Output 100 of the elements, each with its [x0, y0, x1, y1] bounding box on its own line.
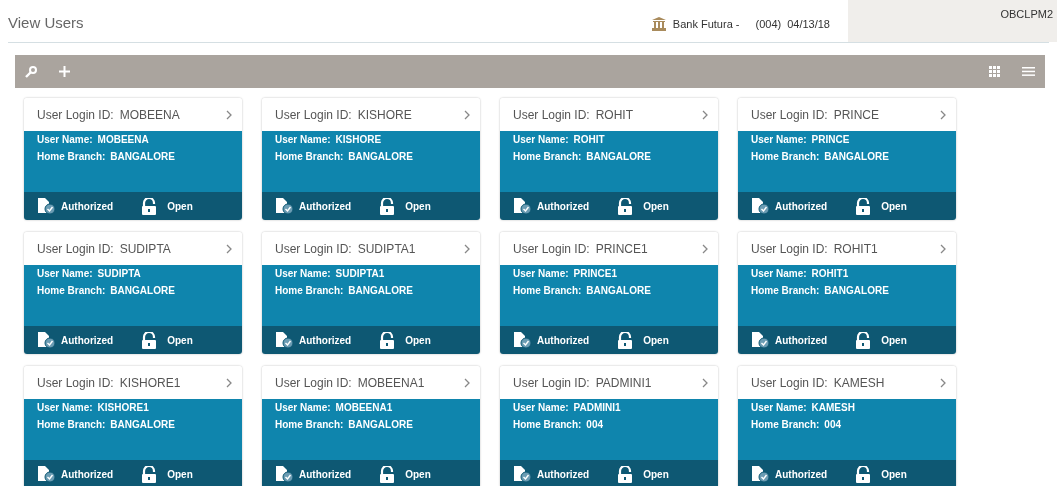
- grid-view-button[interactable]: [989, 66, 1000, 77]
- record-status: Open: [881, 200, 907, 212]
- branch-label: Home Branch:: [275, 151, 344, 162]
- login-id: PRINCE1: [595, 241, 649, 256]
- login-id: ROHIT: [595, 107, 635, 122]
- auth-status: Authorized: [775, 468, 828, 480]
- user-name: KISHORE1: [97, 402, 149, 413]
- record-status: Open: [405, 200, 431, 212]
- login-id: KAMESH: [833, 375, 886, 390]
- branch-label: Home Branch:: [751, 151, 820, 162]
- add-button[interactable]: [59, 66, 70, 77]
- auth-status: Authorized: [299, 200, 352, 212]
- login-id: PADMINI1: [595, 375, 653, 390]
- record-status: Open: [643, 334, 669, 346]
- login-id: KISHORE1: [119, 375, 182, 390]
- user-name-label: User Name:: [513, 402, 569, 413]
- branch-label: Home Branch:: [275, 285, 344, 296]
- chevron-right-icon[interactable]: [940, 377, 946, 388]
- user-name-label: User Name:: [513, 268, 569, 279]
- authorized-document-icon: [275, 197, 295, 215]
- login-label: User Login ID:: [275, 241, 352, 256]
- auth-status: Authorized: [61, 200, 114, 212]
- branch-label: Home Branch:: [513, 151, 582, 162]
- chevron-right-icon[interactable]: [464, 243, 470, 254]
- login-label: User Login ID:: [37, 375, 114, 390]
- login-label: User Login ID:: [751, 241, 828, 256]
- chevron-right-icon[interactable]: [702, 243, 708, 254]
- auth-status: Authorized: [61, 468, 114, 480]
- user-name: PRINCE1: [573, 268, 617, 279]
- branch-label: Home Branch:: [275, 419, 344, 430]
- auth-status: Authorized: [299, 468, 352, 480]
- bank-selector[interactable]: Bank Futura -: [672, 18, 740, 30]
- home-branch: BANGALORE: [586, 285, 651, 296]
- authorized-document-icon: [513, 331, 533, 349]
- login-label: User Login ID:: [751, 107, 828, 122]
- chevron-right-icon[interactable]: [940, 243, 946, 254]
- home-branch: BANGALORE: [824, 151, 889, 162]
- unlocked-padlock-icon: [855, 331, 872, 349]
- home-branch: BANGALORE: [586, 151, 651, 162]
- user-name-label: User Name:: [275, 402, 331, 413]
- record-status: Open: [643, 468, 669, 480]
- home-branch: BANGALORE: [110, 285, 175, 296]
- login-id: SUDIPTA1: [357, 241, 417, 256]
- user-name: SUDIPTA1: [335, 268, 385, 279]
- authorized-document-icon: [275, 465, 295, 483]
- branch-label: Home Branch:: [751, 419, 820, 430]
- unlocked-padlock-icon: [141, 465, 158, 483]
- user-name: MOBEENA1: [335, 402, 393, 413]
- auth-status: Authorized: [537, 200, 590, 212]
- authorized-document-icon: [37, 197, 57, 215]
- authorized-document-icon: [37, 465, 57, 483]
- user-name: MOBEENA: [97, 134, 149, 145]
- chevron-right-icon[interactable]: [464, 377, 470, 388]
- authorized-document-icon: [751, 465, 771, 483]
- login-label: User Login ID:: [37, 107, 114, 122]
- list-view-button[interactable]: [1022, 67, 1035, 76]
- branch-date: 04/13/18: [787, 18, 830, 30]
- auth-status: Authorized: [775, 200, 828, 212]
- user-name-label: User Name:: [751, 402, 807, 413]
- unlocked-padlock-icon: [617, 197, 634, 215]
- unlocked-padlock-icon: [617, 331, 634, 349]
- home-branch: BANGALORE: [348, 151, 413, 162]
- chevron-right-icon[interactable]: [940, 109, 946, 120]
- user-id: OBCLPM2: [1000, 7, 1054, 22]
- record-status: Open: [167, 468, 193, 480]
- auth-status: Authorized: [537, 468, 590, 480]
- login-label: User Login ID:: [751, 375, 828, 390]
- unlocked-padlock-icon: [379, 331, 396, 349]
- home-branch: BANGALORE: [110, 419, 175, 430]
- auth-status: Authorized: [775, 334, 828, 346]
- login-id: KISHORE: [357, 107, 413, 122]
- record-status: Open: [405, 468, 431, 480]
- chevron-right-icon[interactable]: [226, 109, 232, 120]
- unlocked-padlock-icon: [141, 197, 158, 215]
- record-status: Open: [881, 468, 907, 480]
- bank-icon: [650, 17, 667, 31]
- unlocked-padlock-icon: [855, 197, 872, 215]
- user-name-label: User Name:: [751, 134, 807, 145]
- home-branch: BANGALORE: [348, 419, 413, 430]
- login-label: User Login ID:: [275, 107, 352, 122]
- authorized-document-icon: [751, 331, 771, 349]
- unlocked-padlock-icon: [617, 465, 634, 483]
- chevron-right-icon[interactable]: [226, 377, 232, 388]
- login-label: User Login ID:: [513, 375, 590, 390]
- user-name: SUDIPTA: [97, 268, 141, 279]
- user-name-label: User Name:: [37, 134, 93, 145]
- chevron-right-icon[interactable]: [464, 109, 470, 120]
- user-name-label: User Name:: [275, 268, 331, 279]
- search-button[interactable]: [25, 65, 37, 78]
- branch-label: Home Branch:: [513, 285, 582, 296]
- unlocked-padlock-icon: [855, 465, 872, 483]
- chevron-right-icon[interactable]: [702, 109, 708, 120]
- chevron-right-icon[interactable]: [702, 377, 708, 388]
- authorized-document-icon: [513, 197, 533, 215]
- branch-label: Home Branch:: [37, 151, 106, 162]
- chevron-right-icon[interactable]: [226, 243, 232, 254]
- branch-label: Home Branch:: [37, 419, 106, 430]
- record-status: Open: [167, 200, 193, 212]
- user-name: KAMESH: [811, 402, 855, 413]
- branch-label: Home Branch:: [513, 419, 582, 430]
